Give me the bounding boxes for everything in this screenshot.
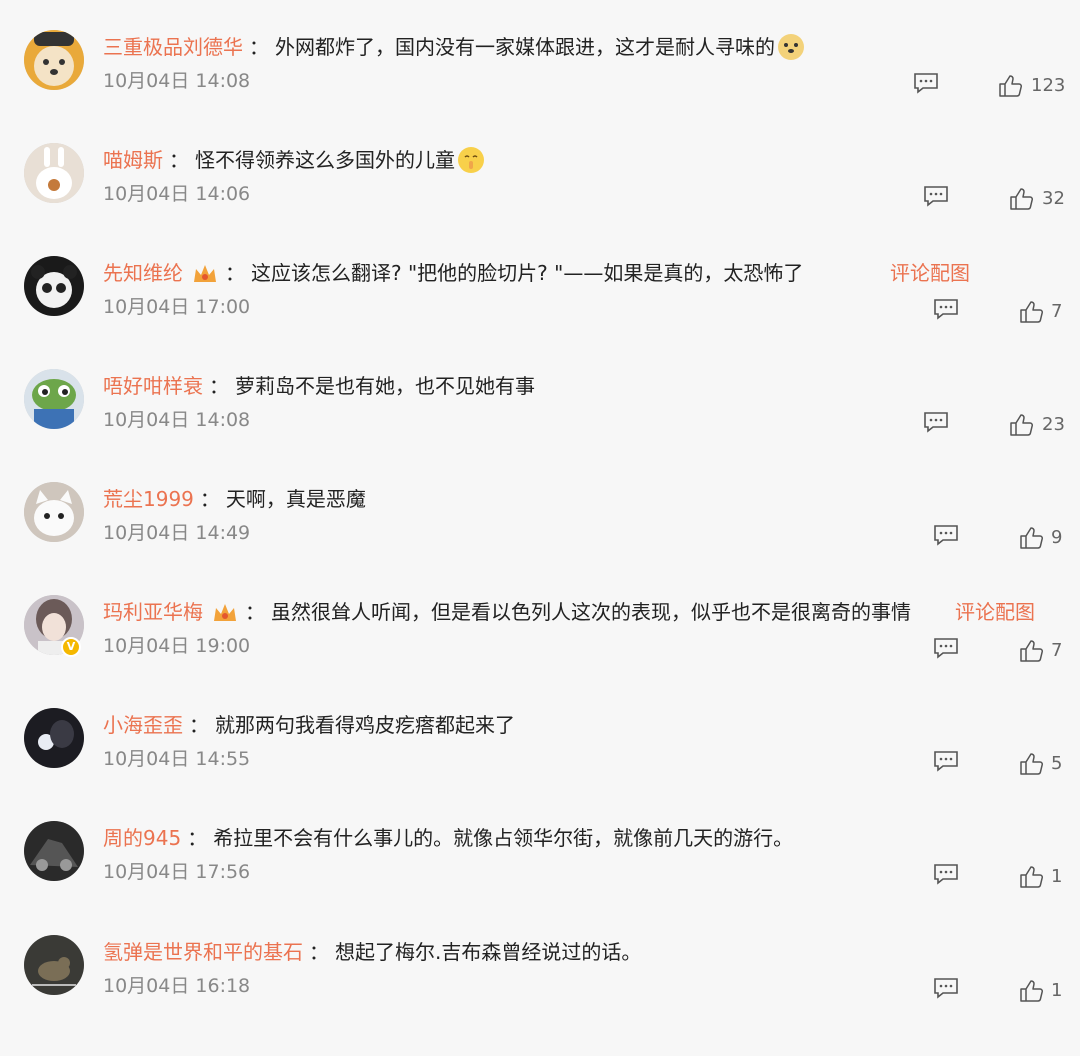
comment-item: 喵姆斯：怪不得领养这么多国外的儿童 10月04日 14:06 32 xyxy=(0,143,1080,255)
image-comment-link[interactable]: 评论配图 xyxy=(890,256,970,290)
comment-item: 小海歪歪：就那两句我看得鸡皮疙瘩都起来了 10月04日 14:55 5 xyxy=(0,708,1080,820)
username-link[interactable]: 喵姆斯 xyxy=(103,148,163,172)
reply-icon[interactable] xyxy=(933,750,959,772)
username-link[interactable]: 周的945 xyxy=(103,826,181,850)
comment-content: 就那两句我看得鸡皮疙瘩都起来了 xyxy=(215,713,515,737)
like-count: 5 xyxy=(1051,753,1063,774)
comment-time: 10月04日 19:00 xyxy=(103,635,251,657)
image-comment-link[interactable]: 评论配图 xyxy=(955,595,1035,629)
crown-badge-icon xyxy=(194,265,216,282)
comment-item: 荒尘1999：天啊，真是恶魔 10月04日 14:49 9 xyxy=(0,482,1080,594)
comment-text: 喵姆斯：怪不得领养这么多国外的儿童 xyxy=(103,143,485,177)
comment-time: 10月04日 14:55 xyxy=(103,748,251,770)
username-link[interactable]: 三重极品刘德华 xyxy=(103,35,243,59)
avatar[interactable] xyxy=(24,143,84,203)
avatar[interactable] xyxy=(24,369,84,429)
comment-text: 唔好咁样衰：萝莉岛不是也有她，也不见她有事 xyxy=(103,369,535,403)
reply-icon[interactable] xyxy=(923,411,949,433)
like-icon[interactable] xyxy=(1019,979,1043,1003)
comment-item: 氢弹是世界和平的基石：想起了梅尔.吉布森曾经说过的话。 10月04日 16:18… xyxy=(0,935,1080,1047)
like-count: 23 xyxy=(1042,414,1065,435)
shush-emoji-icon xyxy=(458,147,484,173)
comment-text: 氢弹是世界和平的基石：想起了梅尔.吉布森曾经说过的话。 xyxy=(103,935,641,969)
comment-text: 荒尘1999：天啊，真是恶魔 xyxy=(103,482,366,516)
separator: ： xyxy=(209,374,229,398)
comment-item: 三重极品刘德华：外网都炸了，国内没有一家媒体跟进，这才是耐人寻味的 10月04日… xyxy=(0,30,1080,142)
like-count: 7 xyxy=(1051,301,1063,322)
comment-text: 周的945：希拉里不会有什么事儿的。就像占领华尔街，就像前几天的游行。 xyxy=(103,821,793,855)
avatar[interactable] xyxy=(24,482,84,542)
comment-item: 先知维纶 ：这应该怎么翻译? "把他的脸切片? "——如果是真的，太恐怖了 评论配… xyxy=(0,256,1080,368)
comment-text: 三重极品刘德华：外网都炸了，国内没有一家媒体跟进，这才是耐人寻味的 xyxy=(103,30,805,64)
username-link[interactable]: 先知维纶 xyxy=(103,261,183,285)
comment-content: 希拉里不会有什么事儿的。就像占领华尔街，就像前几天的游行。 xyxy=(213,826,794,850)
comment-text: 先知维纶 ：这应该怎么翻译? "把他的脸切片? "——如果是真的，太恐怖了 xyxy=(103,256,803,290)
avatar[interactable] xyxy=(24,708,84,768)
comment-item: V 玛利亚华梅 ：虽然很耸人听闻，但是看以色列人这次的表现，似乎也不是很离奇的事情… xyxy=(0,595,1080,707)
comment-time: 10月04日 17:00 xyxy=(103,296,251,318)
verified-badge-icon: V xyxy=(61,637,81,657)
reply-icon[interactable] xyxy=(923,185,949,207)
like-count: 1 xyxy=(1051,866,1063,887)
comment-time: 10月04日 14:49 xyxy=(103,522,251,544)
comment-time: 10月04日 14:08 xyxy=(103,70,251,92)
separator: ： xyxy=(187,826,208,850)
comment-content: 萝莉岛不是也有她，也不见她有事 xyxy=(235,374,535,398)
like-count: 1 xyxy=(1051,980,1063,1001)
reply-icon[interactable] xyxy=(933,298,959,320)
like-icon[interactable] xyxy=(1019,752,1043,776)
doge-emoji-icon xyxy=(778,34,804,60)
avatar[interactable] xyxy=(24,935,84,995)
like-count: 9 xyxy=(1051,527,1063,548)
crown-badge-icon xyxy=(214,604,236,621)
comment-content: 这应该怎么翻译? "把他的脸切片? "——如果是真的，太恐怖了 xyxy=(251,261,804,285)
comment-content: 虽然很耸人听闻，但是看以色列人这次的表现，似乎也不是很离奇的事情 xyxy=(271,600,911,624)
like-icon[interactable] xyxy=(1009,187,1033,211)
reply-icon[interactable] xyxy=(933,637,959,659)
separator: ： xyxy=(169,148,189,172)
comment-content: 天啊，真是恶魔 xyxy=(225,487,366,511)
separator: ： xyxy=(245,600,265,624)
separator: ： xyxy=(309,940,329,964)
username-link[interactable]: 唔好咁样衰 xyxy=(103,374,203,398)
separator: ： xyxy=(249,35,269,59)
separator: ： xyxy=(189,713,209,737)
comment-content: 怪不得领养这么多国外的儿童 xyxy=(195,148,455,172)
username-link[interactable]: 荒尘1999 xyxy=(103,487,194,511)
comment-item: 周的945：希拉里不会有什么事儿的。就像占领华尔街，就像前几天的游行。 10月0… xyxy=(0,821,1080,933)
avatar[interactable] xyxy=(24,821,84,881)
like-icon[interactable] xyxy=(1019,865,1043,889)
username-link[interactable]: 氢弹是世界和平的基石 xyxy=(103,940,303,964)
comment-text: 玛利亚华梅 ：虽然很耸人听闻，但是看以色列人这次的表现，似乎也不是很离奇的事情 xyxy=(103,595,911,629)
like-count: 7 xyxy=(1051,640,1063,661)
comment-time: 10月04日 14:06 xyxy=(103,183,251,205)
separator: ： xyxy=(199,487,220,511)
like-count: 123 xyxy=(1031,75,1066,96)
separator: ： xyxy=(225,261,245,285)
comment-time: 10月04日 14:08 xyxy=(103,409,251,431)
like-icon[interactable] xyxy=(1009,413,1033,437)
comment-text: 小海歪歪：就那两句我看得鸡皮疙瘩都起来了 xyxy=(103,708,515,742)
like-icon[interactable] xyxy=(1019,526,1043,550)
reply-icon[interactable] xyxy=(913,72,939,94)
like-icon[interactable] xyxy=(998,74,1022,98)
reply-icon[interactable] xyxy=(933,863,959,885)
comment-item: 唔好咁样衰：萝莉岛不是也有她，也不见她有事 10月04日 14:08 23 xyxy=(0,369,1080,481)
reply-icon[interactable] xyxy=(933,524,959,546)
comment-content: 想起了梅尔.吉布森曾经说过的话。 xyxy=(335,940,642,964)
like-icon[interactable] xyxy=(1019,639,1043,663)
username-link[interactable]: 玛利亚华梅 xyxy=(103,600,203,624)
comment-time: 10月04日 16:18 xyxy=(103,975,251,997)
avatar[interactable] xyxy=(24,30,84,90)
username-link[interactable]: 小海歪歪 xyxy=(103,713,183,737)
like-count: 32 xyxy=(1042,188,1065,209)
like-icon[interactable] xyxy=(1019,300,1043,324)
comment-time: 10月04日 17:56 xyxy=(103,861,251,883)
comment-content: 外网都炸了，国内没有一家媒体跟进，这才是耐人寻味的 xyxy=(275,35,775,59)
avatar[interactable] xyxy=(24,256,84,316)
reply-icon[interactable] xyxy=(933,977,959,999)
